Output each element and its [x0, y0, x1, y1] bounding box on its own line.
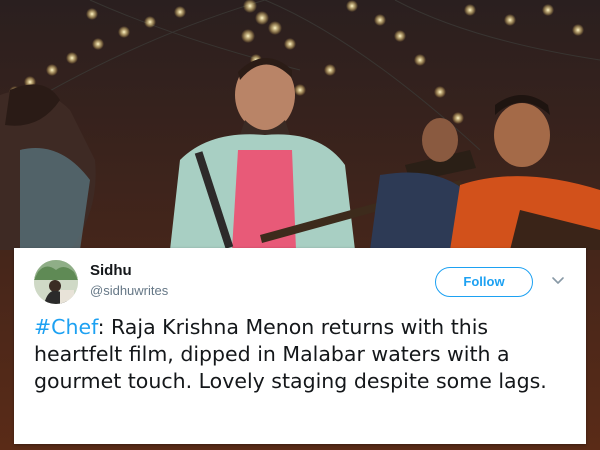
- avatar[interactable]: [34, 260, 78, 304]
- tweet-card: Sidhu @sidhuwrites Follow #Chef: Raja Kr…: [14, 248, 586, 444]
- screenshot: Sidhu @sidhuwrites Follow #Chef: Raja Kr…: [0, 0, 600, 450]
- tweet-body: : Raja Krishna Menon returns with this h…: [34, 315, 547, 393]
- avatar-image: [34, 260, 78, 304]
- author-name[interactable]: Sidhu: [90, 262, 168, 280]
- follow-button[interactable]: Follow: [435, 267, 533, 297]
- chevron-down-icon[interactable]: [550, 272, 566, 288]
- tweet-text: #Chef: Raja Krishna Menon returns with t…: [34, 314, 574, 395]
- chevron-down-icon-glyph: [552, 277, 564, 284]
- hashtag-link[interactable]: #Chef: [34, 315, 98, 339]
- author-handle[interactable]: @sidhuwrites: [90, 282, 168, 300]
- tweet-author: Sidhu @sidhuwrites: [90, 262, 168, 300]
